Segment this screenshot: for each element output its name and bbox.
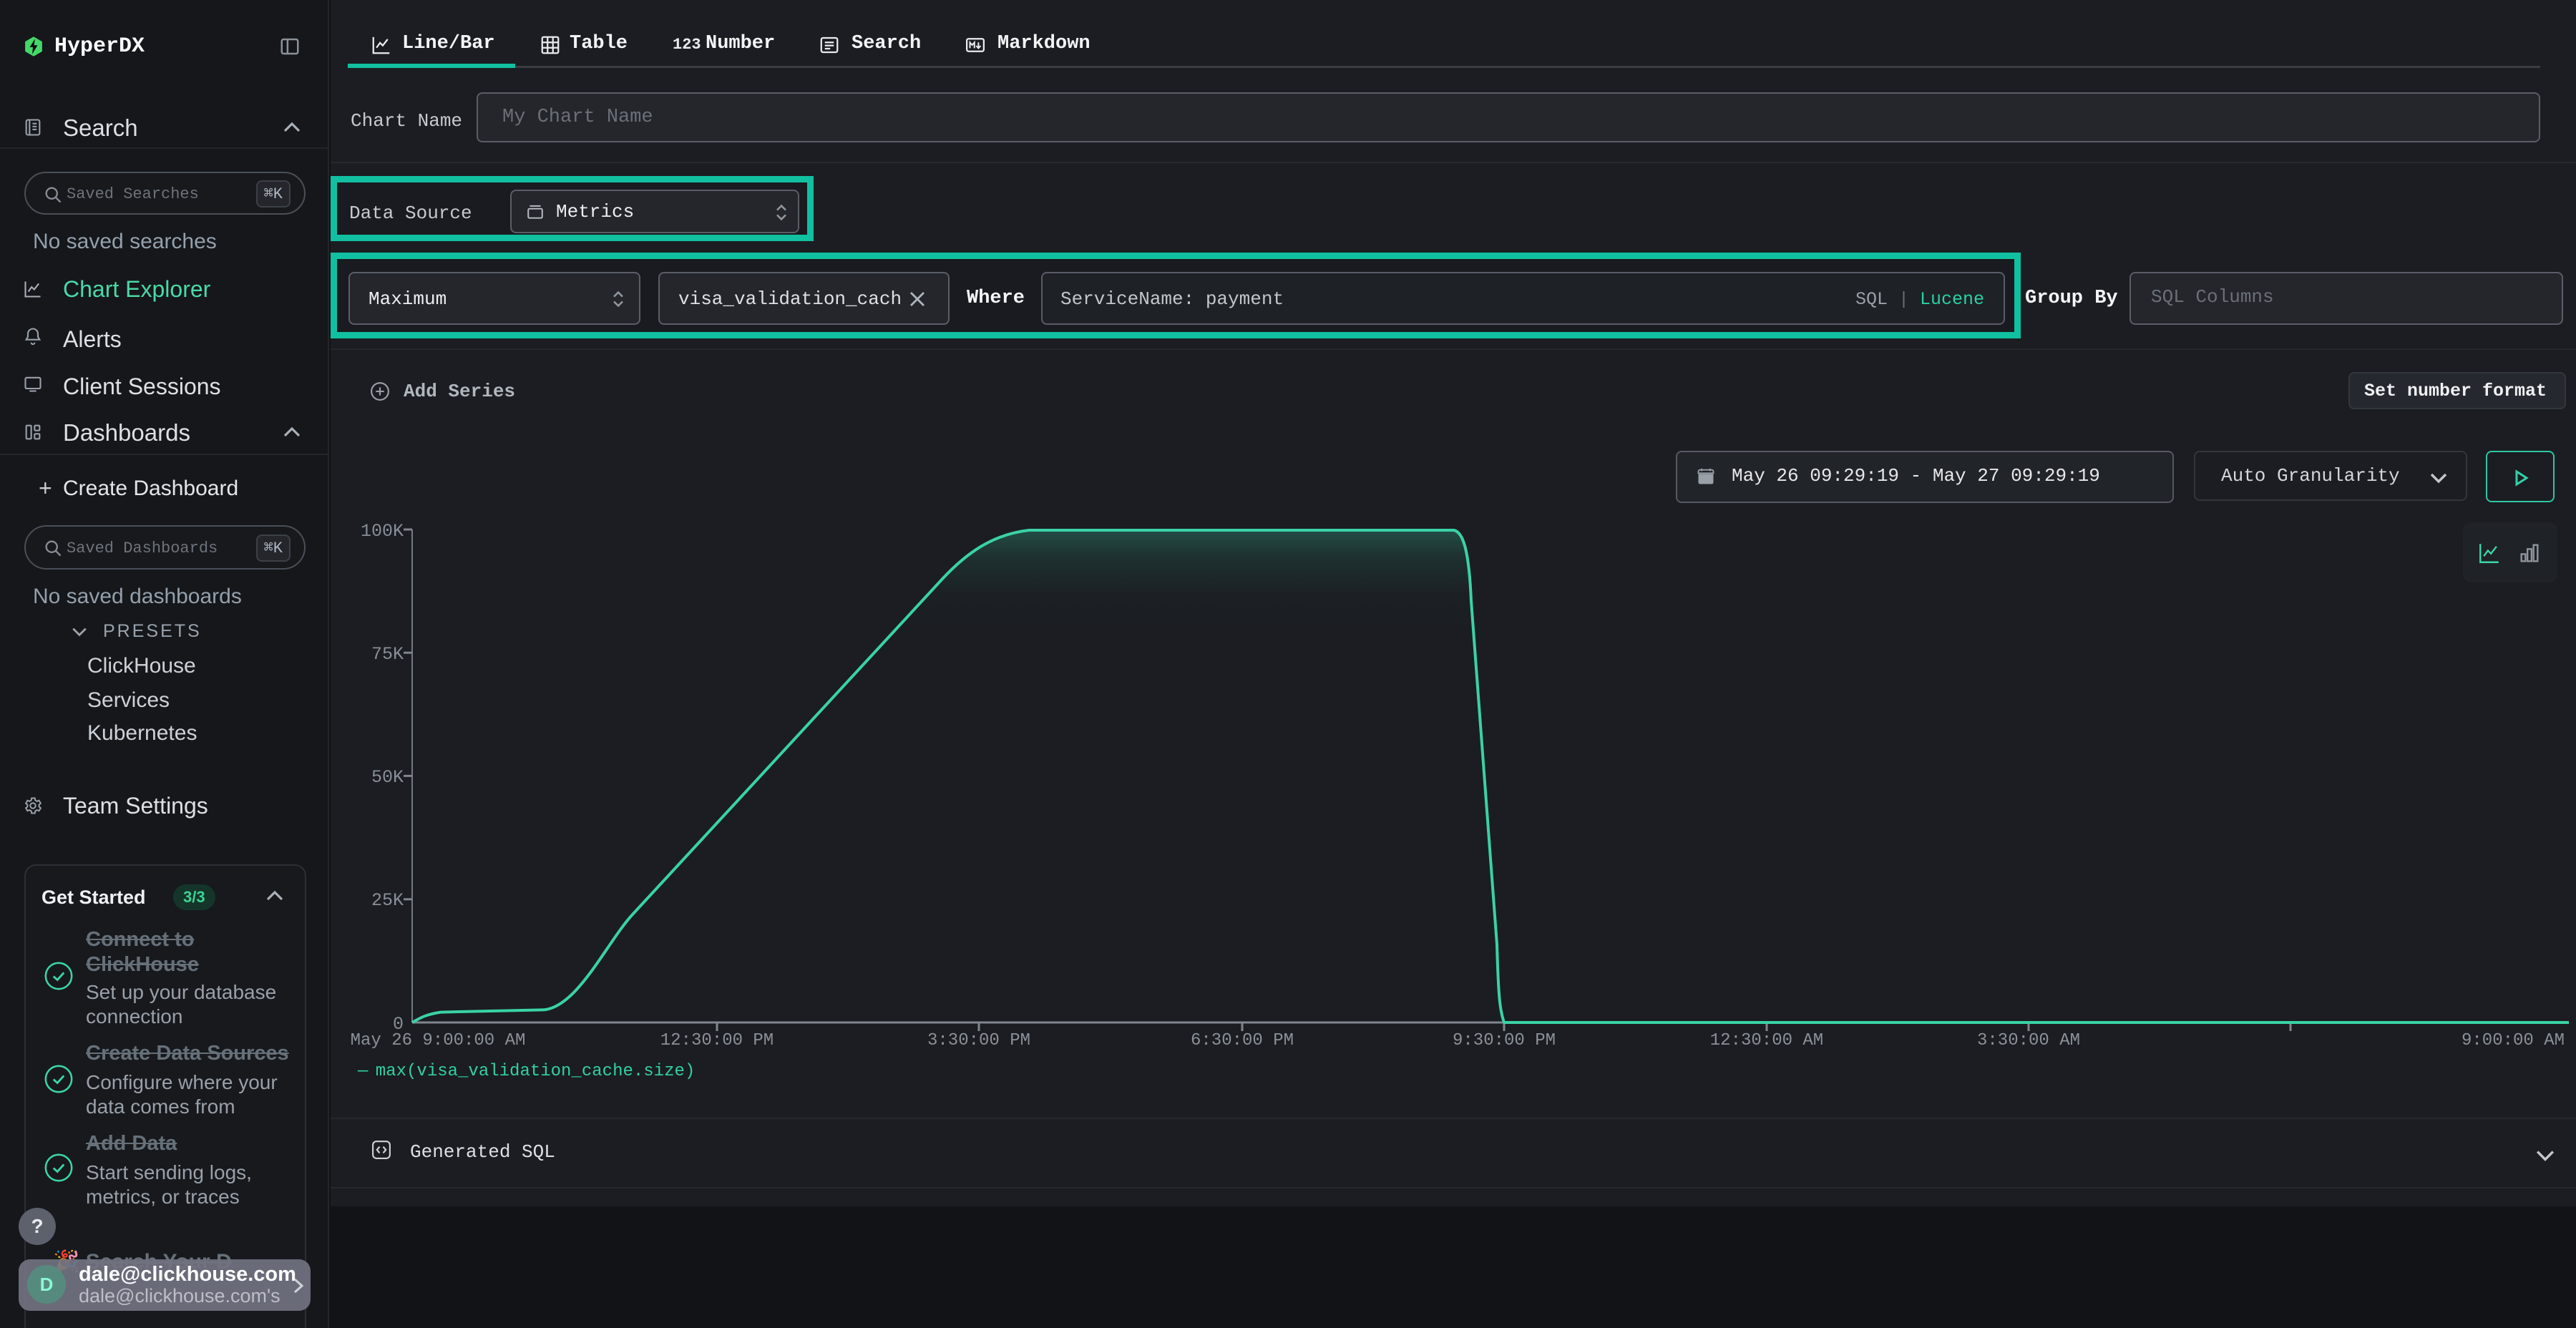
svg-text:9:30:00 PM: 9:30:00 PM <box>1453 1031 1556 1050</box>
svg-text:3:30:00 PM: 3:30:00 PM <box>927 1031 1030 1050</box>
svg-text:100K: 100K <box>361 521 404 542</box>
svg-text:12:30:00 PM: 12:30:00 PM <box>660 1031 774 1050</box>
svg-text:9:00:00 AM: 9:00:00 AM <box>2462 1031 2565 1050</box>
svg-text:3:30:00 AM: 3:30:00 AM <box>1977 1031 2080 1050</box>
svg-text:12:30:00 AM: 12:30:00 AM <box>1710 1031 1823 1050</box>
svg-text:25K: 25K <box>371 890 404 911</box>
svg-text:6:30:00 PM: 6:30:00 PM <box>1191 1031 1294 1050</box>
svg-text:50K: 50K <box>371 767 404 788</box>
svg-text:75K: 75K <box>371 644 404 665</box>
svg-text:May 26 9:00:00 AM: May 26 9:00:00 AM <box>351 1031 526 1050</box>
